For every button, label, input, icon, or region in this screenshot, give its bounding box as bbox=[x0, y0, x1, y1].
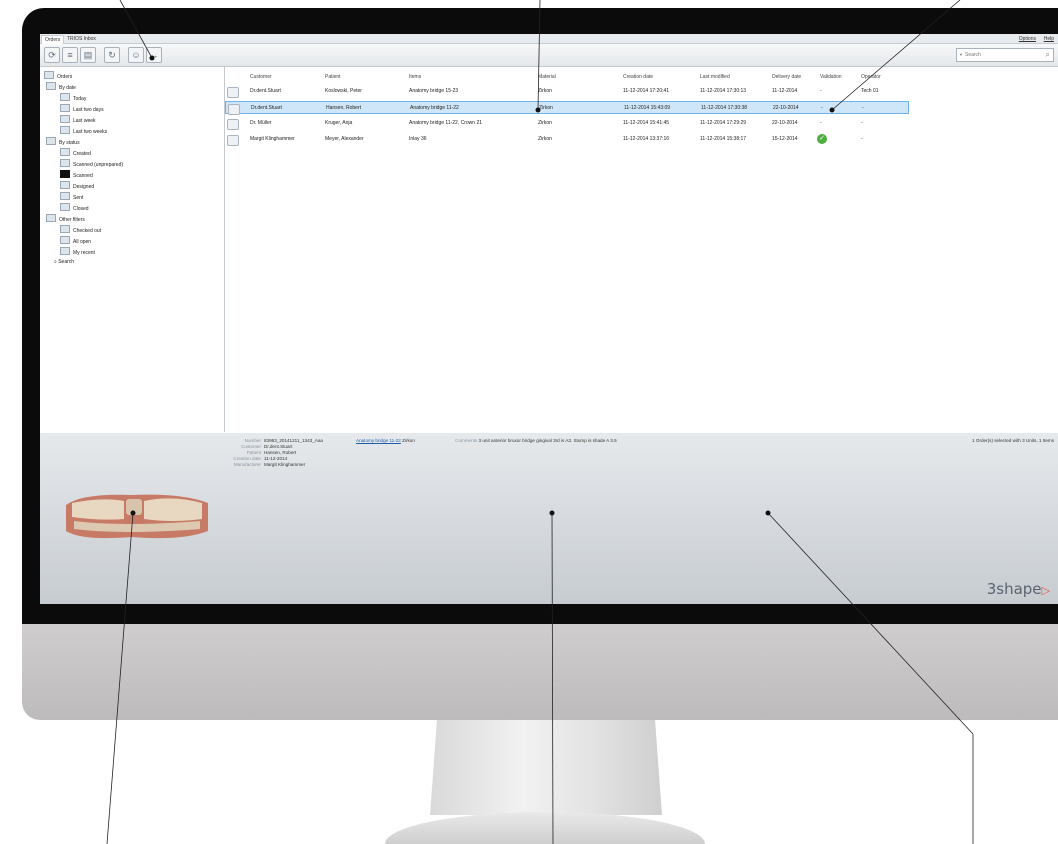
leader-dot bbox=[765, 510, 771, 516]
leader-dot bbox=[130, 510, 136, 516]
leader-dot bbox=[549, 510, 555, 516]
annotation-leaders bbox=[106, 0, 974, 844]
leader-dot bbox=[535, 107, 541, 113]
leader-line bbox=[119, 0, 153, 59]
leader-line bbox=[537, 0, 541, 111]
leader-dot bbox=[829, 107, 835, 113]
leader-line bbox=[767, 512, 974, 735]
leader-line bbox=[831, 0, 961, 111]
leader-line bbox=[551, 512, 554, 844]
leader-line bbox=[106, 512, 134, 844]
leader-dot bbox=[149, 55, 155, 61]
